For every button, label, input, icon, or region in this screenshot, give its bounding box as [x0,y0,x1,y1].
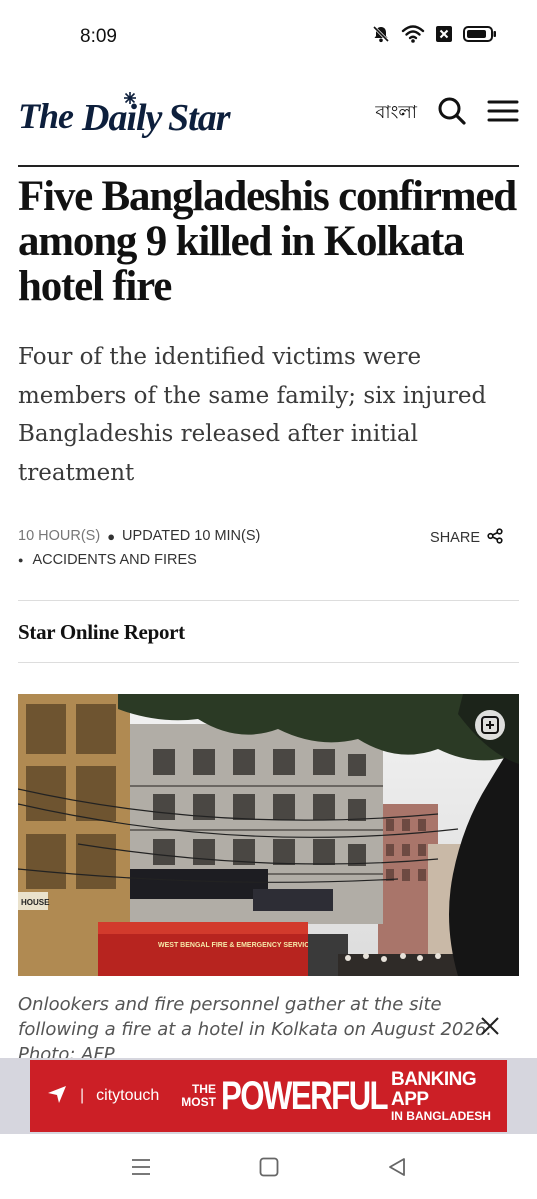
ad-brand-name: citytouch [96,1087,160,1104]
updated-time: UPDATED 10 MIN(S) [122,528,261,544]
meta-divider [18,600,519,601]
share-button[interactable]: SHARE [430,528,503,548]
expand-icon [480,715,500,735]
svg-text:Star: Star [168,97,232,139]
system-nav-bar [0,1134,537,1199]
status-icons [371,24,497,44]
home-icon[interactable] [258,1156,280,1183]
article-meta: 10 HOUR(S) ● UPDATED 10 MIN(S) ● ACCIDEN… [18,528,519,568]
ad-the-most: THE MOST [181,1083,216,1109]
back-icon[interactable] [386,1156,408,1183]
ad-separator: | [80,1087,85,1104]
svg-text:Daily: Daily [81,97,163,139]
photo-truck-text: WEST BENGAL FIRE & EMERGENCY SERVICES [158,942,319,949]
article-headline: Five Bangladeshis confirmed among 9 kill… [18,173,517,310]
article-deck: Four of the identified victims were memb… [18,344,487,486]
ad-line-banking: BANKING APP [390,1068,477,1110]
sim-x-icon [435,25,453,43]
article-byline: Star Online Report [18,620,185,644]
status-bar: 8:09 [0,0,537,72]
bangla-language-link[interactable]: বাংলা [375,98,417,129]
close-icon [479,1017,501,1041]
photo-sign-text: HOUSE [21,898,50,907]
header-actions: বাংলা [375,96,519,131]
svg-text:The: The [18,96,74,136]
header-divider [18,165,519,167]
menu-icon[interactable] [487,98,519,129]
meta-dot: ● [18,555,24,565]
status-time: 8:09 [80,26,117,47]
share-label: SHARE [430,530,480,546]
battery-icon [463,25,497,43]
ad-powerful: POWERFUL [220,1073,389,1118]
share-icon [487,528,503,548]
ad-brand: | citytouch [46,1083,159,1110]
search-icon[interactable] [437,96,467,131]
ad-tagline: BANKING APP IN BANGLADESH [390,1068,507,1123]
citytouch-logo-icon [46,1083,68,1110]
expand-photo-button[interactable] [475,710,505,740]
article-photo[interactable]: HOUSE WEST BENGAL FIRE & EMERGENCY SERVI… [18,694,519,976]
ad-line-most: MOST [181,1095,216,1109]
published-time: 10 HOUR(S) [18,528,101,544]
meta-dot: ● [107,528,116,544]
ad-line-country: IN BANGLADESH [390,1108,491,1123]
bell-muted-icon [371,24,391,44]
category-link[interactable]: ACCIDENTS AND FIRES [32,552,196,568]
byline-divider [18,662,519,663]
ad-banner[interactable]: | citytouch THE MOST POWERFUL BANKING AP… [30,1060,507,1132]
recent-apps-icon[interactable] [130,1156,152,1183]
wifi-icon [401,24,425,44]
site-logo[interactable]: The Daily Star [18,88,246,140]
photo-caption: Onlookers and fire personnel gather at t… [18,994,493,1060]
ad-close-button[interactable] [479,1015,501,1042]
site-header: The Daily Star বাংলা [18,88,519,140]
